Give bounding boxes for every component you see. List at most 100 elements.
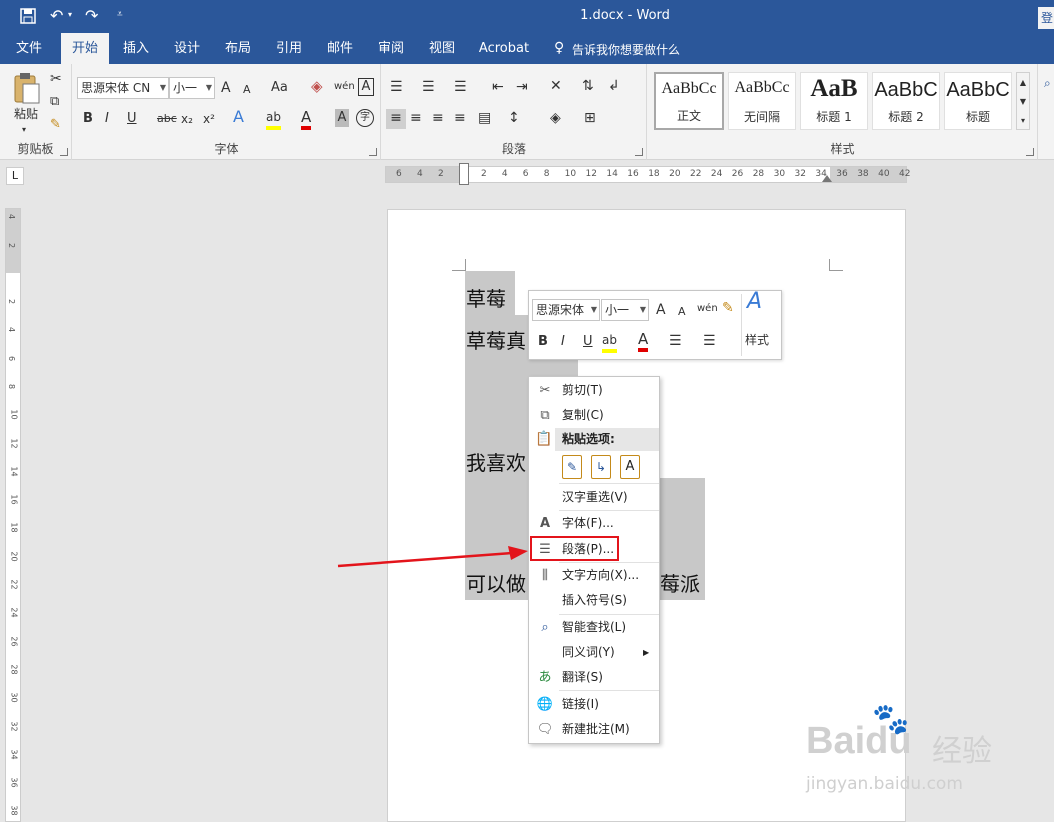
subscript-button[interactable]: x₂ — [181, 110, 193, 128]
doc-line[interactable]: 可以做 — [466, 568, 526, 597]
tab-file[interactable]: 文件 — [8, 33, 50, 64]
mini-font-select[interactable]: 思源宋体 ▼ — [532, 299, 600, 321]
style-heading2[interactable]: AaBbC 标题 2 — [872, 72, 940, 130]
bold-button[interactable]: B — [83, 110, 93, 128]
menu-item-translate[interactable]: あ翻译(S) — [529, 665, 659, 690]
doc-line[interactable]: 草莓真 — [466, 325, 526, 354]
menu-item-smart-lookup[interactable]: ⌕ 智能查找(L) — [529, 615, 659, 640]
show-marks-icon[interactable]: ↲ — [608, 77, 620, 95]
mini-grow-font-icon[interactable]: A — [656, 301, 666, 319]
font-color-button[interactable]: A — [301, 108, 312, 130]
doc-line[interactable]: 草莓 — [466, 283, 506, 312]
tab-home[interactable]: 开始 — [61, 33, 109, 64]
sign-in-button[interactable]: 登 — [1038, 7, 1054, 29]
format-painter-icon[interactable]: ✎ — [50, 116, 61, 134]
paste-dropdown-icon[interactable]: ▾ — [22, 121, 26, 139]
menu-item-synonyms[interactable]: 同义词(Y) ▶ — [529, 640, 659, 665]
tab-acrobat[interactable]: Acrobat — [474, 33, 534, 64]
copy-icon[interactable]: ⧉ — [50, 93, 59, 111]
highlight-button[interactable]: ab — [266, 108, 281, 130]
underline-button[interactable]: U — [127, 110, 137, 128]
style-normal[interactable]: AaBbCc 正文 — [654, 72, 724, 130]
horizontal-ruler[interactable]: 6 4 2 2 4 6 8 10 12 14 16 18 20 22 24 26 28 30 32 34 36 38 40 4… — [385, 163, 910, 185]
menu-item-insert-symbol[interactable]: 插入符号(S) — [529, 588, 659, 613]
sort-icon[interactable]: ⇅ — [582, 77, 594, 95]
decrease-indent-icon[interactable]: ⇤ — [492, 78, 504, 96]
line-spacing-icon[interactable]: ↕ — [508, 109, 520, 127]
clear-format-icon[interactable]: ◈ — [311, 77, 323, 95]
find-icon[interactable]: ⌕ — [1044, 74, 1051, 92]
numbering-icon[interactable]: ☰ — [422, 78, 435, 96]
vertical-ruler[interactable]: 4 2 2 4 6 8 10 12 14 16 18 20 22 24 26 28 30 32 34 36 38 — [5, 208, 21, 822]
tab-view[interactable]: 视图 — [421, 33, 463, 64]
distribute-icon[interactable]: ▤ — [478, 109, 491, 127]
right-indent-marker[interactable] — [822, 175, 832, 182]
menu-item-text-direction[interactable]: ⫼ 文字方向(X)... — [529, 563, 659, 588]
strikethrough-button[interactable]: abc — [157, 110, 177, 128]
shrink-font-icon[interactable]: A — [243, 81, 251, 99]
mini-size-select[interactable]: 小一 ▼ — [601, 299, 649, 321]
paste-keep-source-icon[interactable]: ✎ — [562, 455, 582, 479]
styles-launcher-icon[interactable] — [1026, 148, 1034, 156]
mini-styles-icon[interactable]: A — [747, 291, 762, 313]
font-size-select[interactable]: 小一 ▼ — [169, 77, 215, 99]
tab-mailings[interactable]: 邮件 — [319, 33, 361, 64]
paste-icon[interactable] — [12, 72, 40, 104]
paste-merge-icon[interactable]: ↳ — [591, 455, 611, 479]
shading-icon[interactable]: ◈ — [550, 109, 561, 127]
menu-item-new-comment[interactable]: 🗨 新建批注(M) — [529, 717, 659, 742]
mini-format-painter-icon[interactable]: ✎ — [722, 299, 734, 317]
mini-underline-button[interactable]: U — [583, 333, 593, 351]
chinese-layout-icon[interactable]: ✕ — [550, 77, 562, 95]
tab-insert[interactable]: 插入 — [115, 33, 157, 64]
menu-item-link[interactable]: 🌐 链接(I) — [529, 692, 659, 717]
mini-italic-button[interactable]: I — [561, 333, 565, 351]
font-name-select[interactable]: 思源宋体 CN ▼ — [77, 77, 169, 99]
align-center-icon[interactable]: ≡ — [410, 109, 422, 127]
tab-layout[interactable]: 布局 — [217, 33, 259, 64]
char-shading-button[interactable]: A — [335, 109, 349, 127]
indent-marker[interactable] — [459, 163, 469, 185]
doc-line[interactable]: 我喜欢 — [466, 447, 526, 476]
tab-references[interactable]: 引用 — [268, 33, 310, 64]
mini-bold-button[interactable]: B — [538, 333, 548, 351]
grow-font-icon[interactable]: A — [221, 79, 231, 97]
style-heading1[interactable]: AaB 标题 1 — [800, 72, 868, 130]
paste-text-only-icon[interactable]: A — [620, 455, 640, 479]
tab-design[interactable]: 设计 — [166, 33, 208, 64]
align-left-icon[interactable]: ≡ — [386, 109, 406, 129]
menu-item-copy[interactable]: ⧉ 复制(C) — [529, 403, 659, 428]
tell-me-search[interactable]: 告诉我你想要做什么 — [572, 41, 680, 58]
styles-scroll-icon[interactable]: ▲ ▼ ▾ — [1016, 72, 1030, 130]
menu-item-reconvert[interactable]: 汉字重选(V) — [529, 485, 659, 510]
mini-bullets-icon[interactable]: ☰ — [669, 332, 682, 350]
tab-review[interactable]: 审阅 — [370, 33, 412, 64]
mini-numbering-icon[interactable]: ☰ — [703, 332, 716, 350]
tab-selector[interactable]: L — [6, 167, 24, 185]
mini-font-color-button[interactable]: A — [638, 330, 649, 352]
mini-highlight-button[interactable]: ab — [602, 331, 617, 353]
mini-styles-label[interactable]: 样式 — [745, 331, 769, 349]
cut-icon[interactable]: ✂ — [50, 70, 62, 88]
multilevel-list-icon[interactable]: ☰ — [454, 78, 467, 96]
font-launcher-icon[interactable] — [369, 148, 377, 156]
mini-shrink-font-icon[interactable]: A — [678, 303, 686, 321]
clipboard-launcher-icon[interactable] — [60, 148, 68, 156]
borders-icon[interactable]: ⊞ — [584, 109, 596, 127]
justify-icon[interactable]: ≡ — [454, 109, 466, 127]
change-case-button[interactable]: Aa — [271, 79, 288, 97]
text-effects-button[interactable]: A — [233, 108, 244, 126]
char-border-icon[interactable]: A — [358, 78, 374, 96]
align-right-icon[interactable]: ≡ — [432, 109, 444, 127]
style-no-spacing[interactable]: AaBbCc 无间隔 — [728, 72, 796, 130]
menu-item-font[interactable]: A 字体(F)... — [529, 511, 659, 536]
style-title[interactable]: AaBbC 标题 — [944, 72, 1012, 130]
enclose-char-button[interactable]: 字 — [356, 109, 374, 127]
phonetic-guide-icon[interactable]: wén — [334, 78, 355, 96]
increase-indent-icon[interactable]: ⇥ — [516, 78, 528, 96]
paragraph-launcher-icon[interactable] — [635, 148, 643, 156]
bullets-icon[interactable]: ☰ — [390, 78, 403, 96]
mini-phonetic-icon[interactable]: wén — [697, 300, 718, 318]
superscript-button[interactable]: x² — [203, 110, 215, 128]
menu-item-cut[interactable]: ✂ 剪切(T) — [529, 378, 659, 403]
